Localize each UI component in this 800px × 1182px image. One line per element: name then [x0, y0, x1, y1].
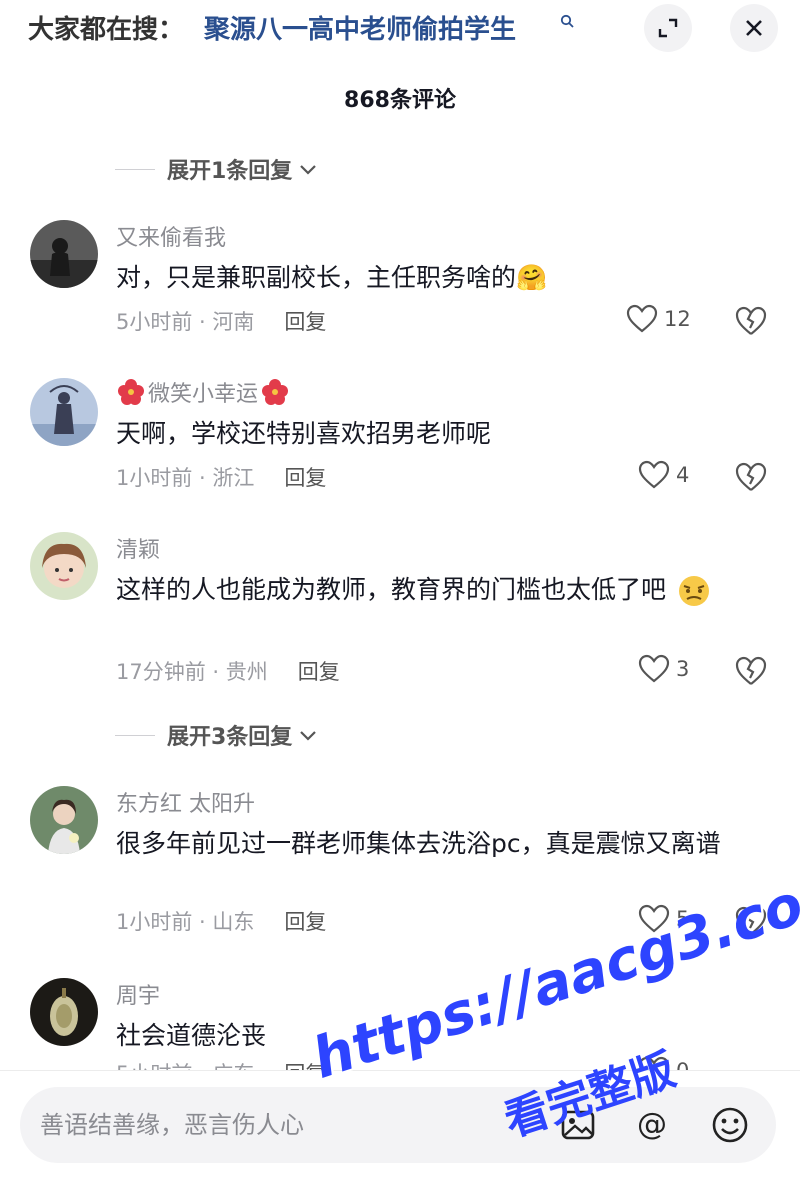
comment-item: 东方红 太阳升 很多年前见过一群老师集体去洗浴pc，真是震惊又离谱 1小时前 ·… — [0, 786, 800, 946]
top-search-bar: 大家都在搜： 聚源八一高中老师偷拍学生 — [0, 0, 800, 58]
divider — [115, 168, 155, 170]
divider — [115, 734, 155, 736]
avatar[interactable] — [30, 532, 98, 600]
broken-heart-icon[interactable] — [734, 654, 768, 688]
expand-icon — [658, 18, 678, 38]
reply-button[interactable]: 回复 — [284, 906, 326, 936]
expand-replies-button[interactable]: 展开1条回复 — [115, 154, 318, 184]
like-button[interactable]: 12 — [626, 304, 691, 334]
avatar[interactable] — [30, 378, 98, 446]
like-button[interactable]: 4 — [638, 460, 689, 490]
time-location: 1小时前 · 浙江 — [116, 466, 255, 490]
avatar[interactable] — [30, 978, 98, 1046]
like-button[interactable]: 5 — [638, 904, 689, 934]
comment-text: 天啊，学校还特别喜欢招男老师呢 — [116, 419, 492, 448]
expand-replies-label: 展开1条回复 — [167, 159, 293, 184]
chevron-down-icon — [300, 165, 317, 175]
trending-search-link[interactable]: 聚源八一高中老师偷拍学生 — [204, 9, 516, 46]
time-location: 17分钟前 · 贵州 — [116, 660, 268, 684]
comment-text-content: 这样的人也能成为教师，教育界的门槛也太低了吧 — [116, 575, 667, 604]
time-location: 5小时前 · 河南 — [116, 310, 255, 334]
close-icon — [746, 20, 762, 36]
chevron-down-icon — [300, 731, 317, 741]
username[interactable]: 又来偷看我 — [116, 220, 226, 252]
frown-emoji-icon — [674, 574, 714, 608]
comment-text: 社会道德沦丧 — [116, 1021, 267, 1050]
time-location: 1小时前 · 山东 — [116, 910, 255, 934]
like-count: 12 — [664, 307, 691, 331]
expand-replies-button[interactable]: 展开3条回复 — [115, 720, 318, 750]
flower-emoji-icon — [116, 377, 146, 407]
avatar[interactable] — [30, 786, 98, 854]
broken-heart-icon[interactable] — [734, 460, 768, 494]
emoji-icon[interactable] — [710, 1105, 750, 1145]
username[interactable]: 清颖 — [116, 532, 160, 564]
comment-item: 清颖 这样的人也能成为教师，教育界的门槛也太低了吧 17分钟前 · 贵州 回复 … — [0, 532, 800, 692]
heart-icon — [626, 304, 658, 333]
username[interactable]: 东方红 太阳升 — [116, 786, 255, 818]
heart-icon — [638, 904, 670, 933]
comment-count: 868条评论 — [344, 88, 456, 113]
flower-emoji-icon — [260, 377, 290, 407]
like-count: 5 — [676, 907, 690, 931]
comment-item: 周宇 社会道德沦丧 5小时前 · 广东 回复 0 — [0, 978, 800, 1086]
comment-text: 这样的人也能成为教师，教育界的门槛也太低了吧 — [116, 570, 776, 609]
username[interactable]: 周宇 — [116, 978, 160, 1010]
expand-button[interactable] — [644, 4, 692, 52]
search-icon[interactable] — [560, 14, 574, 28]
like-button[interactable]: 3 — [638, 654, 689, 684]
heart-icon — [638, 460, 670, 489]
comment-input[interactable] — [40, 1087, 560, 1163]
username[interactable]: 微笑小幸运 — [116, 376, 290, 408]
comment-item: 又来偷看我 对，只是兼职副校长，主任职务啥的🤗 5小时前 · 河南 回复 12 — [0, 220, 800, 350]
svg-text:@: @ — [637, 1107, 667, 1142]
username-text: 微笑小幸运 — [148, 382, 259, 407]
like-count: 4 — [676, 463, 690, 487]
comment-meta: 5小时前 · 河南 回复 — [116, 306, 326, 336]
mention-icon[interactable]: @ — [632, 1105, 672, 1145]
broken-heart-icon[interactable] — [734, 904, 768, 938]
like-count: 3 — [676, 657, 690, 681]
expand-replies-label: 展开3条回复 — [167, 725, 293, 750]
close-button[interactable] — [730, 4, 778, 52]
comment-item: 微笑小幸运 天啊，学校还特别喜欢招男老师呢 1小时前 · 浙江 回复 4 — [0, 376, 800, 506]
comment-input-bar: @ — [0, 1070, 800, 1182]
heart-icon — [638, 654, 670, 683]
comment-meta: 1小时前 · 浙江 回复 — [116, 462, 326, 492]
search-prefix: 大家都在搜： — [28, 15, 185, 45]
image-icon[interactable] — [558, 1105, 598, 1145]
reply-button[interactable]: 回复 — [284, 306, 326, 336]
comment-input-container[interactable]: @ — [20, 1087, 776, 1163]
broken-heart-icon[interactable] — [734, 304, 768, 338]
comment-meta: 1小时前 · 山东 回复 — [116, 906, 326, 936]
comment-text: 很多年前见过一群老师集体去洗浴pc，真是震惊又离谱 — [116, 829, 721, 858]
reply-button[interactable]: 回复 — [284, 462, 326, 492]
comment-text: 对，只是兼职副校长，主任职务啥的🤗 — [116, 263, 548, 292]
comment-meta: 17分钟前 · 贵州 回复 — [116, 656, 340, 686]
reply-button[interactable]: 回复 — [298, 656, 340, 686]
avatar[interactable] — [30, 220, 98, 288]
